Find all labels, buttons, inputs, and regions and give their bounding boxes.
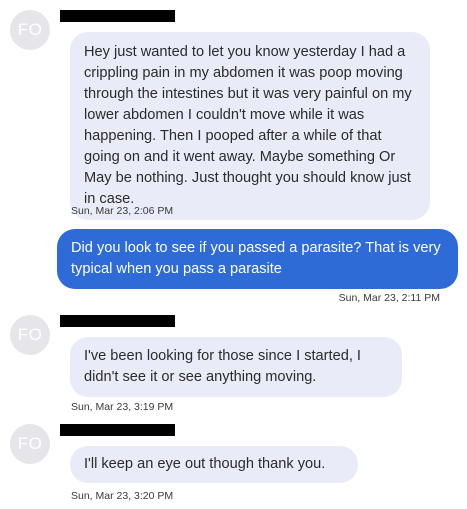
redacted-sender-name xyxy=(60,424,175,436)
redacted-sender-name xyxy=(60,10,175,22)
avatar[interactable]: FO xyxy=(10,315,50,355)
message-bubble-incoming[interactable]: I'll keep an eye out though thank you. xyxy=(70,446,358,483)
message-bubble-outgoing[interactable]: Did you look to see if you passed a para… xyxy=(57,229,458,289)
message-timestamp: Sun, Mar 23, 2:11 PM xyxy=(338,292,440,304)
message-text: Hey just wanted to let you know yesterda… xyxy=(84,44,412,207)
avatar-initials: FO xyxy=(17,434,43,453)
avatar-initials: FO xyxy=(17,325,43,344)
message-text: Did you look to see if you passed a para… xyxy=(71,240,441,277)
message-bubble-incoming[interactable]: Hey just wanted to let you know yesterda… xyxy=(70,32,430,220)
message-timestamp: Sun, Mar 23, 3:20 PM xyxy=(71,490,174,502)
avatar-initials: FO xyxy=(17,20,43,39)
message-timestamp: Sun, Mar 23, 3:19 PM xyxy=(71,401,174,413)
message-text: I'll keep an eye out though thank you. xyxy=(84,456,326,472)
message-text: I've been looking for those since I star… xyxy=(84,348,361,385)
avatar[interactable]: FO xyxy=(10,424,50,464)
message-timestamp: Sun, Mar 23, 2:06 PM xyxy=(71,205,174,217)
message-bubble-incoming[interactable]: I've been looking for those since I star… xyxy=(70,337,402,397)
redacted-sender-name xyxy=(60,315,175,327)
avatar[interactable]: FO xyxy=(10,10,50,50)
